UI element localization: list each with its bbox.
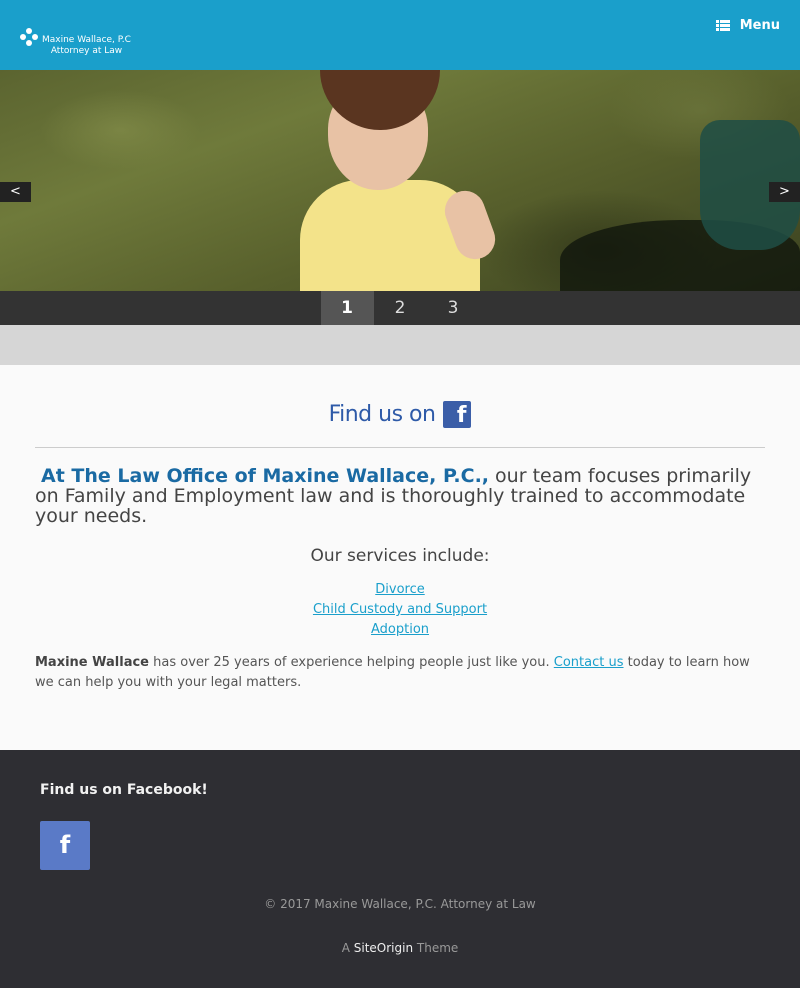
logo-line-2: Attorney at Law	[50, 46, 123, 56]
experience-paragraph: Maxine Wallace has over 25 years of expe…	[35, 653, 765, 693]
contact-us-link[interactable]: Contact us	[554, 655, 624, 670]
copyright-text: © 2017 Maxine Wallace, P.C. Attorney at …	[264, 897, 536, 911]
site-header: Maxine Wallace, P.C Attorney at Law Menu	[0, 0, 800, 70]
divider-band	[0, 325, 800, 365]
facebook-button[interactable]: f	[40, 821, 90, 870]
slider-pager: 1 2 3	[0, 291, 800, 325]
list-icon	[715, 20, 730, 31]
attorney-name: Maxine Wallace	[35, 655, 150, 670]
siteorigin-link[interactable]: SiteOrigin	[354, 941, 413, 955]
slider-prev-button[interactable]: <	[0, 182, 31, 202]
services-list: Divorce Child Custody and Support Adopti…	[35, 580, 765, 640]
slide-child	[300, 70, 501, 291]
pager-item-1[interactable]: 1	[320, 291, 374, 325]
logo-flower-icon	[20, 28, 38, 46]
facebook-icon: f	[443, 400, 472, 428]
site-footer: Find us on Facebook! f © 2017 Maxine Wal…	[0, 750, 800, 988]
menu-label: Menu	[739, 18, 780, 33]
theme-credit: A SiteOrigin Theme	[0, 941, 800, 955]
find-us-text: Find us on	[328, 401, 436, 427]
horizontal-rule	[35, 447, 765, 448]
service-link-child-custody[interactable]: Child Custody and Support	[35, 600, 765, 620]
logo-text: Maxine Wallace, P.C Attorney at Law	[42, 28, 131, 57]
service-link-divorce[interactable]: Divorce	[35, 580, 765, 600]
image-slider: < >	[0, 70, 800, 291]
menu-button[interactable]: Menu	[715, 18, 780, 33]
logo-line-1: Maxine Wallace, P.C	[42, 35, 131, 45]
service-link-adoption[interactable]: Adoption	[35, 620, 765, 640]
slider-next-button[interactable]: >	[769, 182, 800, 202]
pager-item-2[interactable]: 2	[374, 291, 427, 325]
footer-title: Find us on Facebook!	[40, 782, 208, 798]
intro-paragraph: At The Law Office of Maxine Wallace, P.C…	[35, 466, 765, 526]
main-content: Find us on f At The Law Office of Maxine…	[35, 365, 765, 693]
firm-name: At The Law Office of Maxine Wallace, P.C…	[41, 465, 490, 487]
credit-suffix: Theme	[413, 941, 459, 955]
services-heading: Our services include:	[310, 546, 490, 566]
site-logo[interactable]: Maxine Wallace, P.C Attorney at Law	[20, 28, 131, 57]
pager-item-3[interactable]: 3	[427, 291, 480, 325]
find-us-on-facebook-banner[interactable]: Find us on f	[35, 399, 765, 429]
credit-prefix: A	[341, 941, 354, 955]
experience-text: has over 25 years of experience helping …	[149, 655, 554, 670]
